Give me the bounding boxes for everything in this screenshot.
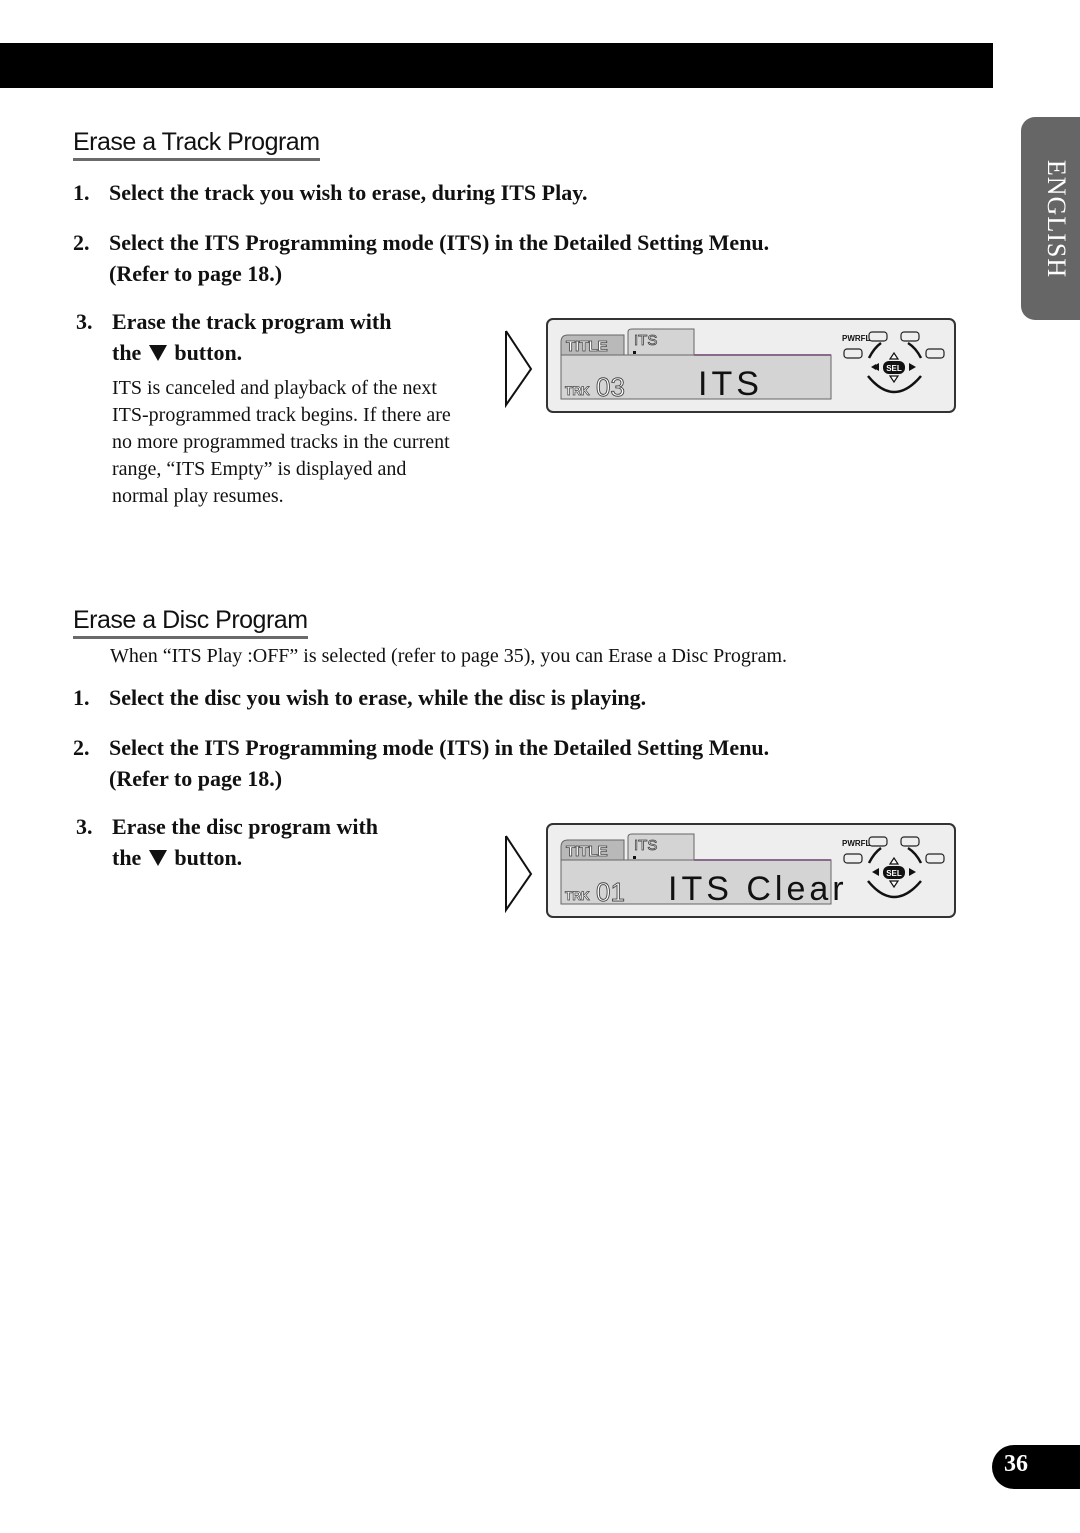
step-number: 2. [73,230,90,255]
step-text: the [112,340,142,365]
trk-label: TRK [565,889,590,903]
sel-button-label: SEL [886,364,902,373]
down-arrow-icon [148,849,167,866]
step-text: Erase the track program with [112,309,392,334]
step-text-ref: (Refer to page 18.) [109,261,283,286]
step-text-ref: (Refer to page 18.) [109,766,283,791]
disc-step-2: 2. Select the ITS Programming mode (ITS)… [73,732,769,791]
title-tab-label: TITLE [566,843,608,860]
track-note: ITS is canceled and playback of the next… [112,377,451,507]
header-bar [0,43,993,88]
page-number-badge: 36 [992,1445,1080,1489]
disc-step-1: 1. Select the disc you wish to erase, wh… [73,682,646,713]
step-text: button. [174,340,243,365]
step-text: Select the ITS Programming mode (ITS) in… [109,735,770,760]
step-text: the [112,845,142,870]
pwrfl-label: PWRFL [842,334,871,343]
lcd-display-track: TITLE ITS TRK 03 ITS PWRFL SEL [546,318,956,413]
track-step-1: 1. Select the track you wish to erase, d… [73,177,588,208]
step-text: Select the ITS Programming mode (ITS) in… [109,230,770,255]
pwrfl-label: PWRFL [842,839,871,848]
step-text: Select the disc you wish to erase, while… [109,685,647,710]
display-main-text: ITS [698,365,763,403]
section-heading-track: Erase a Track Program [73,128,320,161]
its-tab-label: ITS [634,837,657,854]
page-number: 36 [1004,1451,1028,1477]
step-text: Erase the disc program with [112,814,379,839]
trk-label: TRK [565,384,590,398]
step-number: 2. [73,735,90,760]
trk-number: 01 [596,877,625,907]
step-text: button. [174,845,243,870]
step-number: 1. [73,685,90,710]
section-heading-disc: Erase a Disc Program [73,606,308,639]
step-text: Select the track you wish to erase, duri… [109,180,588,205]
step-number: 1. [73,180,90,205]
pointer-arrow-icon [505,835,533,914]
step-number: 3. [76,814,93,839]
display-main-text: ITS Clear [668,870,848,908]
lcd-display-disc: TITLE ITS TRK 01 ITS Clear PWRFL SEL [546,823,956,918]
language-tab-label: ENGLISH [1042,159,1071,278]
its-tab-label: ITS [634,332,657,349]
down-arrow-icon [148,344,167,361]
language-tab: ENGLISH [1021,117,1080,320]
step-number: 3. [76,309,93,334]
pointer-arrow-icon [505,330,533,409]
disc-intro: When “ITS Play :OFF” is selected (refer … [110,645,788,667]
sel-button-label: SEL [886,869,902,878]
disc-step-3: 3. Erase the disc program with the butto… [76,811,476,870]
trk-number: 03 [596,372,625,402]
track-step-2: 2. Select the ITS Programming mode (ITS)… [73,227,769,286]
track-step-3: 3. Erase the track program with the butt… [76,306,476,365]
title-tab-label: TITLE [566,338,608,355]
